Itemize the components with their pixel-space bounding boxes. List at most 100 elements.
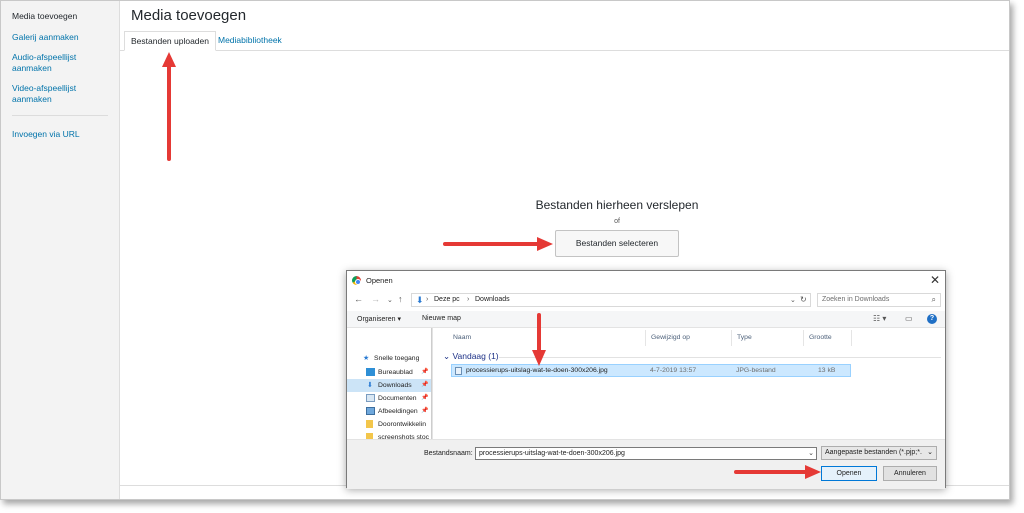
breadcrumb-downloads[interactable]: Downloads [475, 296, 510, 303]
dialog-nav-row: ← → ⌄ ↑ ⬇ › Deze pc › Downloads ⌄ ↻ Zoek… [347, 291, 945, 309]
download-icon: ⬇ [416, 295, 424, 305]
column-header-name[interactable]: Naam [453, 334, 471, 341]
nav-item-afbeeldingen[interactable]: Afbeeldingen 📌 [347, 405, 431, 418]
search-input[interactable]: Zoeken in Downloads ⌕ [817, 293, 941, 307]
preview-pane-icon[interactable]: ▭ [905, 314, 913, 323]
folder-icon [366, 420, 373, 428]
chevron-down-icon[interactable]: ⌄ [790, 296, 796, 304]
new-folder-button[interactable]: Nieuwe map [422, 315, 461, 322]
pin-icon: 📌 [421, 369, 429, 375]
menu-audio-afspeellijst[interactable]: Audio-afspeellijst aanmaken [12, 52, 112, 74]
page-title: Media toevoegen [131, 7, 247, 24]
tab-mediabibliotheek[interactable]: Mediabibliotheek [212, 31, 288, 51]
menu-galerij-aanmaken[interactable]: Galerij aanmaken [12, 32, 112, 43]
pin-icon: 📌 [421, 395, 429, 401]
menu-media-toevoegen[interactable]: Media toevoegen [12, 11, 112, 22]
open-button[interactable]: Openen [821, 466, 877, 481]
open-file-dialog: Openen ✕ ← → ⌄ ↑ ⬇ › Deze pc › Downloads… [346, 270, 946, 489]
view-options-icon[interactable]: ☷ ▾ [873, 314, 886, 323]
column-divider [803, 330, 804, 346]
pictures-icon [366, 407, 375, 415]
organize-label: Organiseren [357, 316, 396, 323]
file-size: 13 kB [818, 367, 836, 374]
search-placeholder: Zoeken in Downloads [822, 296, 890, 303]
close-icon[interactable]: ✕ [930, 273, 940, 287]
navigation-pane: ★ Snelle toegang Bureaublad 📌 ⬇ Download… [347, 328, 433, 439]
chevron-down-icon[interactable]: ⌄ [808, 448, 814, 459]
column-header-type[interactable]: Type [737, 334, 752, 341]
filetype-value: Aangepaste bestanden (*.pjp;*. [825, 449, 922, 456]
search-icon: ⌕ [931, 295, 936, 304]
column-divider [851, 330, 852, 346]
breadcrumb-chevron-icon: › [467, 296, 470, 303]
nav-item-label: Documenten [378, 395, 417, 402]
download-icon: ⬇ [367, 382, 373, 389]
pin-icon: 📌 [421, 382, 429, 388]
nav-item-label: Snelle toegang [374, 355, 420, 362]
chevron-down-icon: ⌄ [927, 449, 933, 456]
nav-item-label: Doorontwikkelin [378, 421, 426, 428]
image-file-icon [455, 367, 462, 375]
nav-item-label: Bureaublad [378, 369, 413, 376]
back-icon[interactable]: ← [354, 294, 363, 304]
desktop-icon [366, 368, 375, 376]
dialog-footer: Bestandsnaam: processierups-uitslag-wat-… [347, 439, 945, 489]
arrow-up-annotation [162, 52, 176, 161]
star-icon: ★ [363, 355, 370, 362]
nav-item-downloads[interactable]: ⬇ Downloads 📌 [347, 379, 431, 392]
nav-item-label: Downloads [378, 382, 412, 389]
select-files-button[interactable]: Bestanden selecteren [555, 230, 679, 257]
media-menu: Media toevoegen Galerij aanmaken Audio-a… [1, 1, 120, 499]
menu-separator [12, 115, 108, 116]
organize-button[interactable]: Organiseren ▾ [357, 315, 401, 323]
nav-item-label: Afbeeldingen [378, 408, 418, 415]
arrow-right-annotation [734, 465, 821, 479]
breadcrumb-chevron-icon: › [426, 296, 429, 303]
nav-item-label: screenshots stoc [378, 434, 429, 439]
menu-invoegen-via-url[interactable]: Invoegen via URL [12, 129, 112, 140]
file-modified: 4-7-2019 13:57 [650, 367, 697, 374]
drop-zone-or: of [614, 218, 620, 225]
media-router: Bestanden uploaden Mediabibliotheek [120, 31, 1009, 51]
address-bar[interactable]: ⬇ › Deze pc › Downloads ⌄ ↻ [411, 293, 811, 307]
refresh-icon[interactable]: ↻ [800, 295, 807, 304]
column-header-size[interactable]: Grootte [809, 334, 832, 341]
breadcrumb-deze-pc[interactable]: Deze pc [434, 296, 460, 303]
media-modal: Media toevoegen Galerij aanmaken Audio-a… [0, 0, 1010, 500]
filename-label: Bestandsnaam: [424, 450, 473, 457]
menu-video-afspeellijst[interactable]: Video-afspeellijst aanmaken [12, 83, 112, 105]
pin-icon: 📌 [421, 408, 429, 414]
column-divider [731, 330, 732, 346]
chevron-down-icon[interactable]: ⌄ [387, 296, 393, 304]
file-type: JPG-bestand [736, 367, 776, 374]
documents-icon [366, 394, 375, 402]
file-row-selected[interactable]: processierups-uitslag-wat-te-doen-300x20… [451, 364, 851, 377]
nav-item-bureaublad[interactable]: Bureaublad 📌 [347, 366, 431, 379]
filename-input[interactable]: processierups-uitslag-wat-te-doen-300x20… [475, 447, 817, 460]
chrome-icon [352, 276, 361, 285]
column-header-modified[interactable]: Gewijzigd op [651, 334, 690, 341]
drop-zone-title: Bestanden hierheen verslepen [535, 198, 699, 212]
cancel-button[interactable]: Annuleren [883, 466, 937, 481]
command-bar: Organiseren ▾ Nieuwe map ☷ ▾ ▭ ? [347, 311, 945, 328]
forward-icon[interactable]: → [371, 294, 380, 304]
filetype-select[interactable]: Aangepaste bestanden (*.pjp;*. ⌄ [821, 446, 937, 460]
group-divider [499, 357, 941, 358]
tab-bestanden-uploaden[interactable]: Bestanden uploaden [124, 31, 216, 51]
nav-item-snelle-toegang[interactable]: ★ Snelle toegang [347, 352, 431, 365]
nav-item-documenten[interactable]: Documenten 📌 [347, 392, 431, 405]
filename-value: processierups-uitslag-wat-te-doen-300x20… [479, 450, 625, 457]
arrow-right-annotation [443, 237, 553, 251]
file-list: Naam Gewijzigd op Type Grootte ⌄ Vandaag… [437, 328, 943, 439]
nav-item-doorontwikkelin[interactable]: Doorontwikkelin [347, 418, 431, 431]
help-icon[interactable]: ? [927, 314, 937, 324]
dialog-titlebar: Openen ✕ [347, 271, 945, 291]
group-header[interactable]: ⌄ Vandaag (1) [443, 351, 499, 362]
group-label: Vandaag (1) [452, 351, 499, 361]
up-icon[interactable]: ↑ [398, 294, 403, 304]
dialog-title: Openen [366, 276, 393, 285]
nav-item-screenshots[interactable]: screenshots stoc [347, 431, 431, 439]
arrow-down-annotation [532, 313, 546, 366]
column-divider [645, 330, 646, 346]
nav-scrollbar[interactable] [431, 328, 432, 439]
